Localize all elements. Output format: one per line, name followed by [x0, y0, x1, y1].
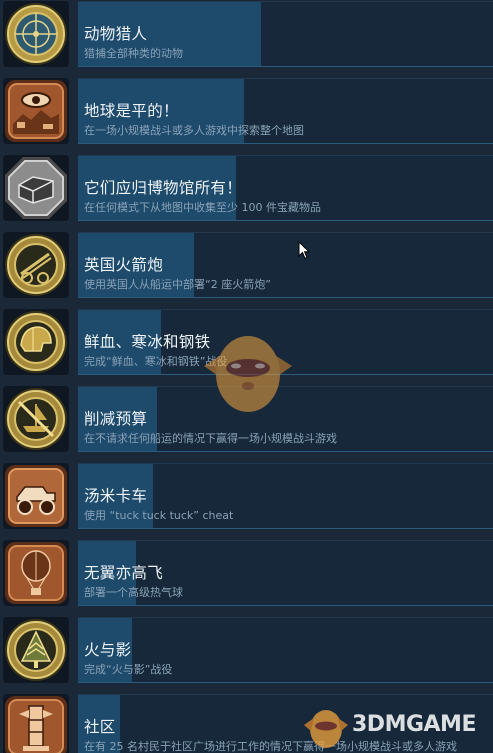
achievement-row[interactable]: 无翼亦高飞 部署一个高级热气球 — [0, 539, 493, 616]
achievement-title: 动物猎人 — [84, 25, 148, 43]
achievement-row[interactable]: 火与影 完成“火与影”战役 — [0, 616, 493, 693]
achievement-description: 在有 25 名村民于社区广场进行工作的情况下赢得一场小规模战斗或多人游戏 — [84, 740, 457, 753]
crosshair-medal-icon — [3, 1, 69, 67]
treasure-chest-icon — [3, 155, 69, 221]
mouse-cursor-icon — [298, 240, 311, 260]
totem-icon — [3, 694, 69, 753]
achievement-description: 在不请求任何船运的情况下赢得一场小规模战斗游戏 — [84, 432, 337, 445]
achievement-panel: 无翼亦高飞 部署一个高级热气球 — [78, 540, 493, 606]
monster-truck-icon — [3, 463, 69, 529]
eye-landscape-icon — [3, 78, 69, 144]
achievement-title: 地球是平的！ — [84, 102, 179, 120]
achievement-row[interactable]: 动物猎人 猎捕全部种类的动物 — [0, 0, 493, 77]
achievement-title: 鲜血、寒冰和钢铁 — [84, 333, 211, 351]
crossed-ship-icon — [3, 386, 69, 452]
achievement-description: 完成“火与影”战役 — [84, 663, 173, 676]
achievement-title: 削减预算 — [84, 410, 148, 428]
achievement-row[interactable]: 它们应归博物馆所有！ 在任何模式下从地图中收集至少 100 件宝藏物品 — [0, 154, 493, 231]
achievement-panel: 地球是平的！ 在一场小规模战斗或多人游戏中探索整个地图 — [78, 78, 493, 144]
achievement-title: 火与影 — [84, 641, 132, 659]
achievement-description: 在一场小规模战斗或多人游戏中探索整个地图 — [84, 124, 304, 137]
achievement-row[interactable]: 地球是平的！ 在一场小规模战斗或多人游戏中探索整个地图 — [0, 77, 493, 154]
achievement-panel: 动物猎人 猎捕全部种类的动物 — [78, 1, 493, 67]
watermark-mascot-icon — [196, 322, 300, 418]
hot-air-balloon-icon — [3, 540, 69, 606]
achievement-title: 社区 — [84, 718, 116, 736]
achievement-list: 动物猎人 猎捕全部种类的动物 地球是平的！ 在一场小规模战斗或多人游戏中探索整个… — [0, 0, 493, 753]
watermark-text: 3DMGAME — [352, 712, 476, 737]
achievement-description: 使用 “tuck tuck tuck” cheat — [84, 509, 234, 522]
achievement-panel: 它们应归博物馆所有！ 在任何模式下从地图中收集至少 100 件宝藏物品 — [78, 155, 493, 221]
achievement-row[interactable]: 英国火箭炮 使用英国人从船运中部署“2 座火箭炮” — [0, 231, 493, 308]
achievement-row[interactable]: 汤米卡车 使用 “tuck tuck tuck” cheat — [0, 462, 493, 539]
achievement-title: 它们应归博物馆所有！ — [84, 179, 243, 197]
achievement-panel: 汤米卡车 使用 “tuck tuck tuck” cheat — [78, 463, 493, 529]
achievement-title: 无翼亦高飞 — [84, 564, 164, 582]
achievement-description: 使用英国人从船运中部署“2 座火箭炮” — [84, 278, 271, 291]
helmet-icon — [3, 309, 69, 375]
achievement-title: 英国火箭炮 — [84, 256, 164, 274]
achievement-title: 汤米卡车 — [84, 487, 148, 505]
rocket-artillery-icon — [3, 232, 69, 298]
achievement-panel: 英国火箭炮 使用英国人从船运中部署“2 座火箭炮” — [78, 232, 493, 298]
achievement-description: 猎捕全部种类的动物 — [84, 47, 183, 60]
achievement-description: 部署一个高级热气球 — [84, 586, 183, 599]
watermark-logo-icon — [300, 703, 352, 751]
arrow-tree-icon — [3, 617, 69, 683]
achievement-description: 在任何模式下从地图中收集至少 100 件宝藏物品 — [84, 201, 321, 214]
achievement-panel: 火与影 完成“火与影”战役 — [78, 617, 493, 683]
